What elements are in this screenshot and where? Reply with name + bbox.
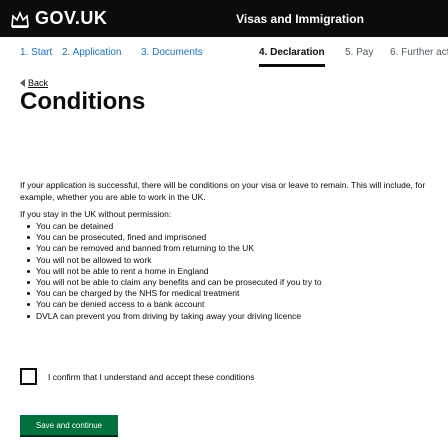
list-item: You can be prosecuted, fined and impriso… bbox=[27, 232, 436, 243]
back-arrow-icon bbox=[20, 79, 25, 87]
list-item: You will not be allowed to work bbox=[27, 255, 436, 266]
list-item: You will not be able to claim any benefi… bbox=[27, 277, 436, 288]
list-item: You can be detained bbox=[27, 221, 436, 232]
current-step-underline bbox=[259, 64, 325, 67]
conditions-list: You can be detained You can be prosecute… bbox=[20, 221, 436, 322]
step-further-actions: 6. Further actions bbox=[390, 47, 448, 58]
step-declaration: 4. Declaration bbox=[259, 47, 325, 67]
list-item: You can be removed and banned from retur… bbox=[27, 243, 436, 254]
logo-text: GOV.UK bbox=[35, 8, 108, 28]
confirm-label[interactable]: I confirm that I understand and accept t… bbox=[48, 372, 255, 382]
step-indicator: 1. Start 2. Application 3. Documents 4. … bbox=[0, 47, 448, 69]
page-title: Conditions bbox=[20, 88, 146, 115]
list-item: You will not be able to rent a home in E… bbox=[27, 266, 436, 277]
step-declaration-label: 4. Declaration bbox=[259, 47, 325, 58]
step-start[interactable]: 1. Start bbox=[20, 47, 52, 58]
intro-stay-paragraph: If you stay in the UK without permission… bbox=[20, 208, 172, 219]
back-link[interactable]: Back bbox=[20, 78, 48, 88]
intro-paragraph: If your application is successful, there… bbox=[20, 179, 426, 202]
govuk-logo-link[interactable]: GOV.UK bbox=[9, 8, 107, 29]
step-application[interactable]: 2. Application bbox=[62, 47, 122, 58]
save-and-continue-button[interactable]: Save and continue bbox=[20, 415, 118, 435]
confirm-field: I confirm that I understand and accept t… bbox=[20, 368, 255, 385]
list-item: You can be charged by the NHS for medica… bbox=[27, 288, 436, 299]
step-pay: 5. Pay bbox=[345, 47, 374, 58]
back-link-label: Back bbox=[28, 78, 49, 88]
site-header: GOV.UK Visas and Immigration bbox=[0, 0, 448, 37]
list-item: DVLA can prevent you from driving by tak… bbox=[27, 311, 436, 322]
crown-icon bbox=[11, 10, 29, 28]
service-name[interactable]: Visas and Immigration bbox=[200, 12, 400, 26]
list-item: You can be denied access to a bank accou… bbox=[27, 299, 436, 310]
confirm-checkbox[interactable] bbox=[20, 368, 37, 385]
step-documents[interactable]: 3. Documents bbox=[141, 47, 203, 58]
